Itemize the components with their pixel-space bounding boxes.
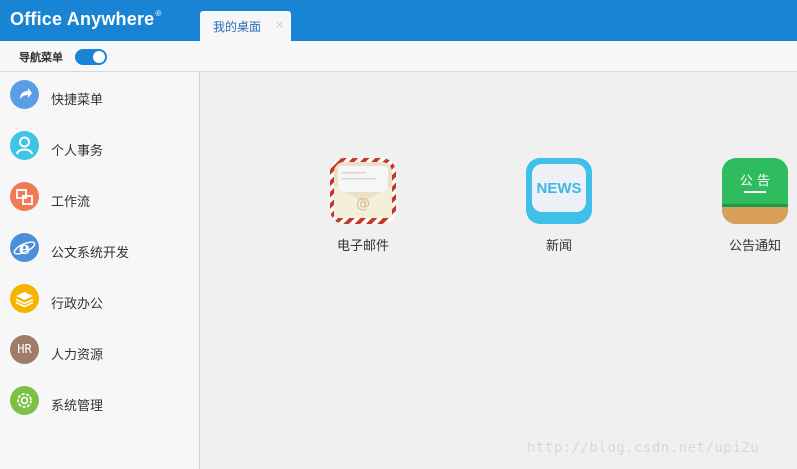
sidebar-item-personal-affairs[interactable]: 个人事务	[0, 126, 199, 172]
ie-browser-icon: e	[10, 233, 39, 262]
sidebar-item-label: 人力资源	[51, 348, 104, 363]
tab-my-desktop[interactable]: 我的桌面 ×	[200, 11, 291, 41]
sidebar-item-label: 公文系统开发	[51, 246, 130, 261]
hr-icon: HR	[10, 335, 39, 364]
notice-board-icon: 公 告	[722, 158, 788, 224]
nav-menu-toggle[interactable]	[75, 49, 107, 65]
layers-icon	[10, 284, 39, 313]
sidebar: 快捷菜单 个人事务 工作流 e 公文系统开发 行政办公 HR 人力资源 系统管理	[0, 72, 200, 469]
news-icon: NEWS	[526, 158, 592, 224]
app-label: 公告通知	[728, 239, 781, 254]
app-label: 电子邮件	[336, 239, 389, 254]
person-icon	[10, 131, 39, 160]
svg-text:@: @	[356, 196, 370, 212]
sidebar-item-workflow[interactable]: 工作流	[0, 177, 199, 223]
desktop-app-news[interactable]: NEWS 新闻	[514, 158, 604, 258]
sidebar-item-label: 工作流	[51, 195, 91, 210]
notice-icon-text: 公 告	[739, 174, 771, 189]
sidebar-item-label: 行政办公	[51, 297, 104, 312]
svg-text:e: e	[19, 238, 30, 259]
email-icon: @	[330, 158, 396, 224]
news-icon-text: NEWS	[536, 180, 582, 197]
sidebar-item-label: 系统管理	[51, 399, 104, 414]
gear-icon	[10, 386, 39, 415]
share-arrow-icon	[10, 80, 39, 109]
registered-mark: ®	[155, 9, 162, 18]
sidebar-item-shortcut-menu[interactable]: 快捷菜单	[0, 75, 199, 121]
logo-text: Office Anywhere	[10, 9, 155, 29]
sidebar-item-human-resources[interactable]: HR 人力资源	[0, 330, 199, 376]
sidebar-item-administration[interactable]: 行政办公	[0, 279, 199, 325]
desktop-app-email[interactable]: @ 电子邮件	[318, 158, 408, 258]
watermark: http://blog.csdn.net/upi2u	[527, 440, 760, 456]
top-header: Office Anywhere® 我的桌面 ×	[0, 0, 797, 41]
nav-menu-bar: 导航菜单	[0, 41, 797, 72]
app-label: 新闻	[545, 239, 572, 254]
sidebar-item-document-system[interactable]: e 公文系统开发	[0, 228, 199, 274]
sidebar-item-label: 个人事务	[51, 144, 104, 159]
tab-close-icon[interactable]: ×	[275, 18, 284, 31]
tab-label: 我的桌面	[213, 20, 262, 34]
sidebar-item-label: 快捷菜单	[51, 93, 104, 108]
nav-menu-label: 导航菜单	[19, 51, 63, 64]
workflow-icon	[10, 182, 39, 211]
app-logo: Office Anywhere®	[10, 9, 161, 30]
sidebar-item-system-management[interactable]: 系统管理	[0, 381, 199, 427]
toggle-knob	[93, 51, 105, 63]
desktop-app-notice[interactable]: 公 告 公告通知	[710, 158, 797, 258]
